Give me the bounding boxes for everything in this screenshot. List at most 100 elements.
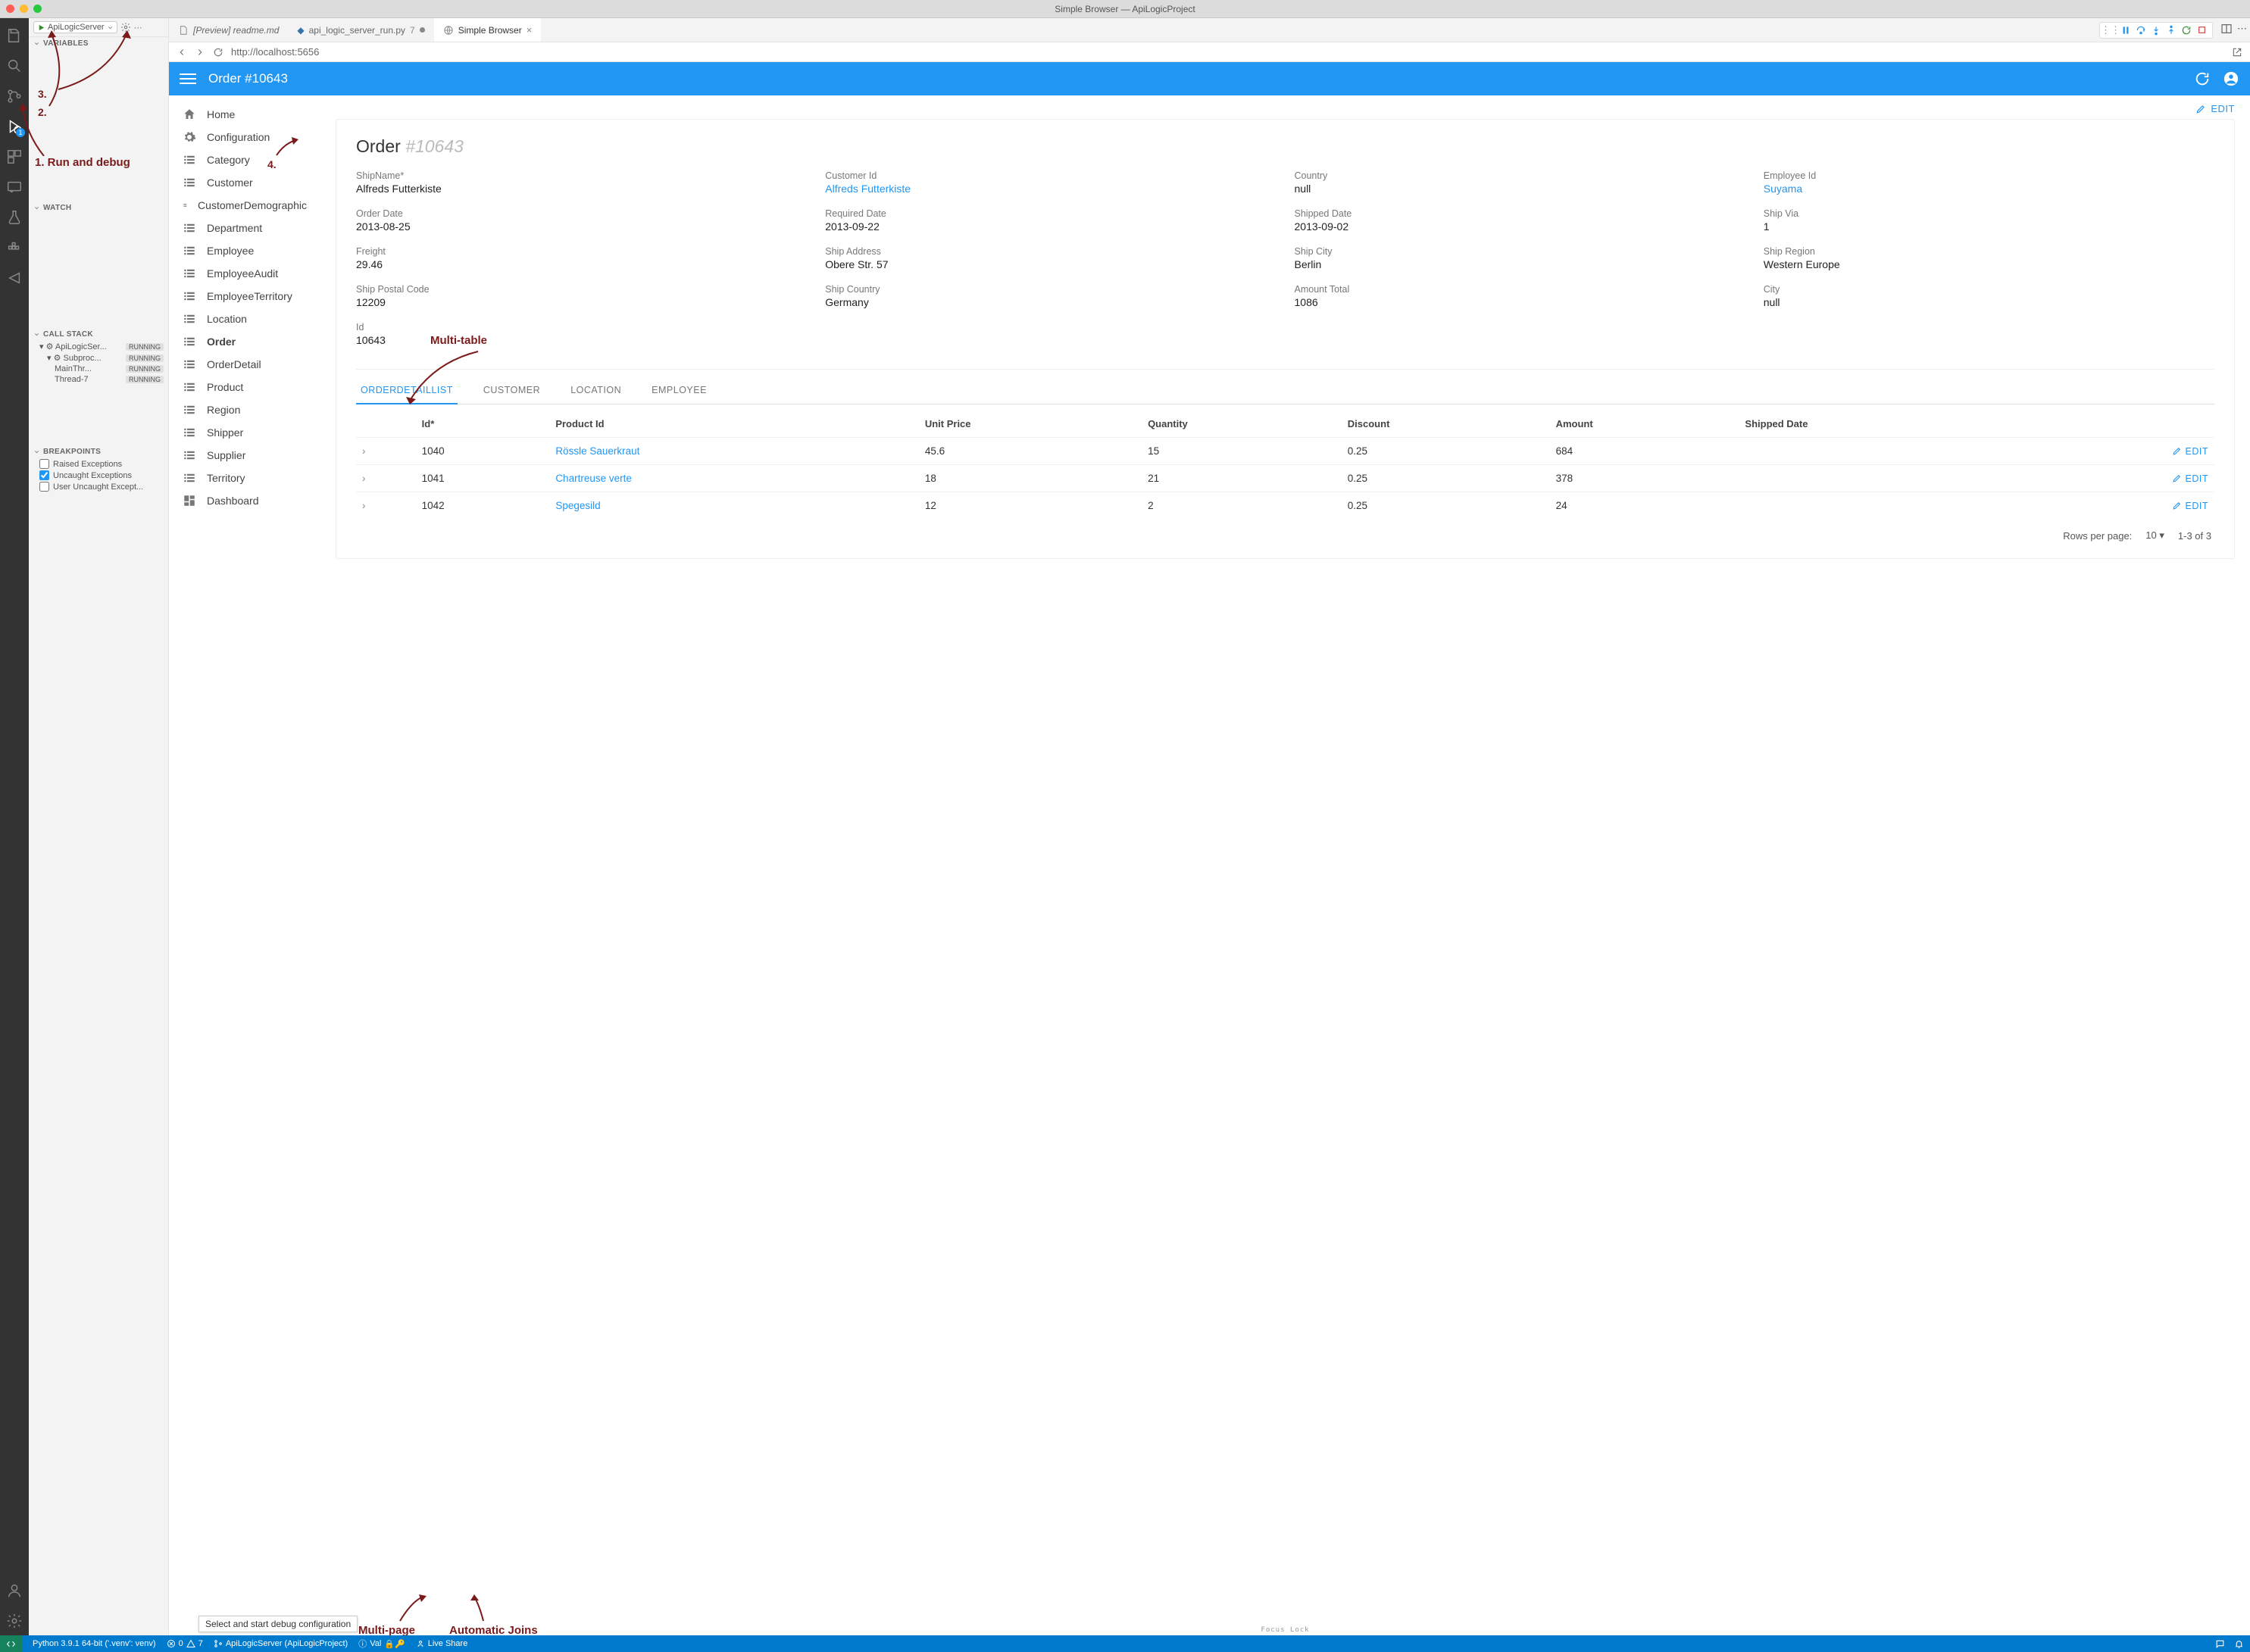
expand-row-icon[interactable]: › [356,438,416,465]
nav-item-customerdemographic[interactable]: CustomerDemographic [169,194,320,217]
extensions-icon[interactable] [0,142,29,171]
status-debug-target[interactable]: ApiLogicServer (ApiLogicProject) [214,1639,348,1648]
cell-product-link[interactable]: Spegesild [555,500,600,511]
editor-tab[interactable]: [Preview] readme.md [169,18,288,42]
nav-item-location[interactable]: Location [169,308,320,330]
maximize-window[interactable] [33,5,42,13]
stop-icon[interactable] [2195,24,2208,36]
reload-icon[interactable] [213,47,223,58]
nav-item-order[interactable]: Order [169,330,320,353]
inner-tab[interactable]: ORDERDETAILLIST [356,377,458,404]
inner-tab[interactable]: EMPLOYEE [647,377,711,404]
field-value[interactable]: Alfreds Futterkiste [825,183,1276,195]
nav-item-employeeaudit[interactable]: EmployeeAudit [169,262,320,285]
drag-handle-icon[interactable]: ⋮⋮ [2105,24,2117,36]
cell-product-link[interactable]: Rössle Sauerkraut [555,445,639,457]
breakpoint-checkbox[interactable] [39,482,49,492]
nav-item-territory[interactable]: Territory [169,467,320,489]
breakpoints-section-header[interactable]: BREAKPOINTS [29,445,168,458]
configure-gear-icon[interactable] [120,22,131,33]
nav-item-department[interactable]: Department [169,217,320,239]
status-python[interactable]: Python 3.9.1 64-bit ('.venv': venv) [33,1639,156,1648]
callstack-item[interactable]: Thread-7RUNNING [29,374,168,385]
run-debug-icon[interactable]: 1 [0,112,29,141]
docker-icon[interactable] [0,233,29,262]
remote-explorer-icon[interactable] [0,173,29,201]
nav-item-customer[interactable]: Customer [169,171,320,194]
nav-item-home[interactable]: Home [169,103,320,126]
nav-item-supplier[interactable]: Supplier [169,444,320,467]
start-debug-button[interactable]: ApiLogicServer [33,21,117,33]
field-value[interactable]: Suyama [1764,183,2214,195]
column-header[interactable]: Product Id [549,411,919,438]
row-edit-button[interactable]: EDIT [2033,473,2208,484]
search-icon[interactable] [0,52,29,80]
expand-row-icon[interactable]: › [356,465,416,492]
rows-per-page-select[interactable]: 10 ▾ [2145,529,2164,542]
callstack-item[interactable]: ▾ ⚙ ApiLogicSer...RUNNING [29,341,168,352]
inner-tab[interactable]: LOCATION [566,377,626,404]
cell-product-link[interactable]: Chartreuse verte [555,473,632,484]
column-header[interactable]: Quantity [1142,411,1342,438]
callstack-item[interactable]: MainThr...RUNNING [29,364,168,374]
editor-tab[interactable]: Simple Browser× [434,18,542,42]
account-circle-icon[interactable] [2223,70,2239,87]
status-problems[interactable]: 0 7 [167,1639,203,1648]
status-bell-icon[interactable] [2234,1639,2244,1649]
status-val[interactable]: ⓘ Val 🔒🔑 [358,1638,405,1650]
callstack-item[interactable]: ▾ ⚙ Subproc...RUNNING [29,352,168,364]
pause-icon[interactable] [2120,24,2132,36]
accounts-icon[interactable] [0,1576,29,1605]
forward-icon[interactable] [195,47,205,58]
nav-item-employeeterritory[interactable]: EmployeeTerritory [169,285,320,308]
edit-button[interactable]: EDIT [336,103,2235,114]
refresh-icon[interactable] [2194,70,2211,87]
watch-section-header[interactable]: WATCH [29,201,168,214]
back-icon[interactable] [177,47,187,58]
source-control-icon[interactable] [0,82,29,111]
column-header[interactable]: Shipped Date [1739,411,2027,438]
share-icon[interactable] [0,264,29,292]
breakpoint-item[interactable]: Uncaught Exceptions [29,470,168,481]
column-header[interactable]: Unit Price [919,411,1142,438]
column-header[interactable] [356,411,416,438]
breakpoint-checkbox[interactable] [39,470,49,480]
close-window[interactable] [6,5,14,13]
settings-icon[interactable] [0,1607,29,1635]
status-feedback-icon[interactable] [2215,1639,2225,1649]
explorer-icon[interactable] [0,21,29,50]
more-tabs-icon[interactable]: ⋯ [2237,23,2247,37]
testing-icon[interactable] [0,203,29,232]
variables-section-header[interactable]: VARIABLES [29,37,168,50]
url-text[interactable]: http://localhost:5656 [231,46,2224,58]
row-edit-button[interactable]: EDIT [2033,501,2208,511]
breakpoint-checkbox[interactable] [39,459,49,469]
callstack-section-header[interactable]: CALL STACK [29,328,168,341]
hamburger-icon[interactable] [180,70,196,87]
open-external-icon[interactable] [2232,47,2242,58]
nav-item-product[interactable]: Product [169,376,320,398]
row-edit-button[interactable]: EDIT [2033,446,2208,457]
nav-item-category[interactable]: Category [169,148,320,171]
restart-icon[interactable] [2180,24,2192,36]
step-out-icon[interactable] [2165,24,2177,36]
inner-tab[interactable]: CUSTOMER [479,377,545,404]
step-into-icon[interactable] [2150,24,2162,36]
column-header[interactable]: Id* [416,411,550,438]
step-over-icon[interactable] [2135,24,2147,36]
nav-item-orderdetail[interactable]: OrderDetail [169,353,320,376]
nav-item-shipper[interactable]: Shipper [169,421,320,444]
more-icon[interactable]: ⋯ [134,23,142,33]
column-header[interactable]: Amount [1550,411,1739,438]
breakpoint-item[interactable]: Raised Exceptions [29,458,168,470]
remote-indicator[interactable] [0,1635,22,1652]
minimize-window[interactable] [20,5,28,13]
chevron-down-icon[interactable] [107,24,114,31]
close-tab-icon[interactable]: × [527,24,533,36]
nav-item-dashboard[interactable]: Dashboard [169,489,320,512]
column-header[interactable] [2027,411,2214,438]
status-liveshare[interactable]: Live Share [416,1639,468,1648]
expand-row-icon[interactable]: › [356,492,416,520]
breakpoint-item[interactable]: User Uncaught Except... [29,481,168,492]
split-editor-icon[interactable] [2220,23,2233,37]
